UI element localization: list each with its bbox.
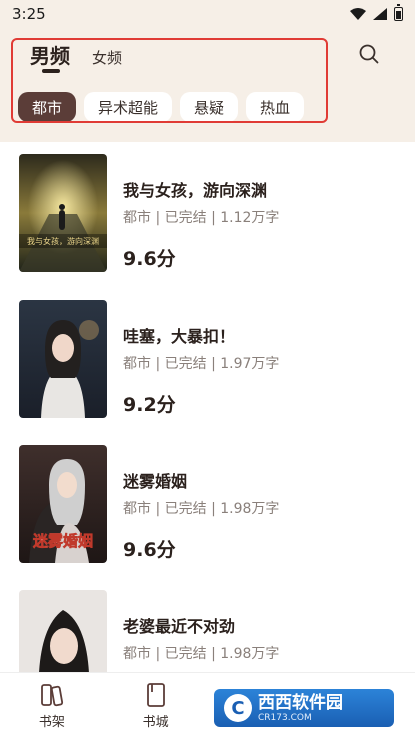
book-item[interactable]: 迷雾婚姻 迷雾婚姻 都市 | 已完结 | 1.98万字 9.6分 [19,445,399,563]
book-title: 迷雾婚姻 [123,472,188,491]
watermark-subtitle: CR173.COM [258,712,312,723]
watermark-logo-icon: C [224,694,252,722]
book-cover[interactable]: 我与女孩，游向深渊 [19,154,107,272]
book-meta: 都市 | 已完结 | 1.98万字 [123,501,280,517]
book-title: 我与女孩，游向深渊 [123,181,268,200]
wifi-icon [350,8,366,20]
book-item[interactable]: 我与女孩，游向深渊 我与女孩，游向深渊 都市 | 已完结 | 1.12万字 9.… [19,154,399,272]
nav-item-bookstore[interactable]: 书城 [104,673,208,738]
book-item[interactable]: 老婆最近不对劲 都市 | 已完结 | 1.98万字 [19,590,399,672]
nav-label-bookstore: 书城 [142,715,169,730]
nav-label-bookshelf: 书架 [38,715,65,730]
book-meta: 都市 | 已完结 | 1.98万字 [123,646,280,662]
category-chip-rexue[interactable]: 热血 [246,92,305,122]
book-meta: 都市 | 已完结 | 1.12万字 [123,210,280,226]
book-score: 9.6分 [123,248,176,270]
book-cover[interactable] [19,300,107,418]
book-cover[interactable]: 迷雾婚姻 [19,445,107,563]
book-list: 我与女孩，游向深渊 我与女孩，游向深渊 都市 | 已完结 | 1.12万字 9.… [0,142,415,672]
book-cover[interactable] [19,590,107,672]
tab-male[interactable]: 男频 [30,40,70,73]
battery-icon [394,4,403,21]
book-title: 哇塞，大暴扣！ [123,327,236,346]
cover-title-text: 我与女孩，游向深渊 [27,236,99,246]
category-chip-dushi[interactable]: 都市 [18,92,77,122]
nav-item-bookshelf[interactable]: 书架 [0,673,104,738]
signal-icon [373,8,387,20]
status-icons [350,4,403,21]
status-bar: 3:25 [0,0,415,28]
book-title: 老婆最近不对劲 [123,617,236,636]
category-tabs: 都市 异术超能 悬疑 热血 [18,92,318,122]
category-chip-xuanyi[interactable]: 悬疑 [180,92,239,122]
bookshelf-icon [40,684,63,707]
bookstore-icon [146,683,165,707]
search-icon[interactable] [357,42,381,66]
watermark-title: 西西软件园 [258,692,343,713]
book-meta: 都市 | 已完结 | 1.97万字 [123,356,280,372]
cover-title-text: 迷雾婚姻 [32,532,93,550]
gender-tabs: 男频 女频 [30,40,122,73]
watermark: C 西西软件园 CR173.COM [214,689,394,727]
category-chip-yishu[interactable]: 异术超能 [84,92,173,122]
book-item[interactable]: 哇塞，大暴扣！ 都市 | 已完结 | 1.97万字 9.2分 [19,300,399,418]
book-score: 9.6分 [123,539,176,561]
status-time: 3:25 [12,5,46,23]
tab-female[interactable]: 女频 [92,47,122,68]
book-score: 9.2分 [123,394,176,416]
